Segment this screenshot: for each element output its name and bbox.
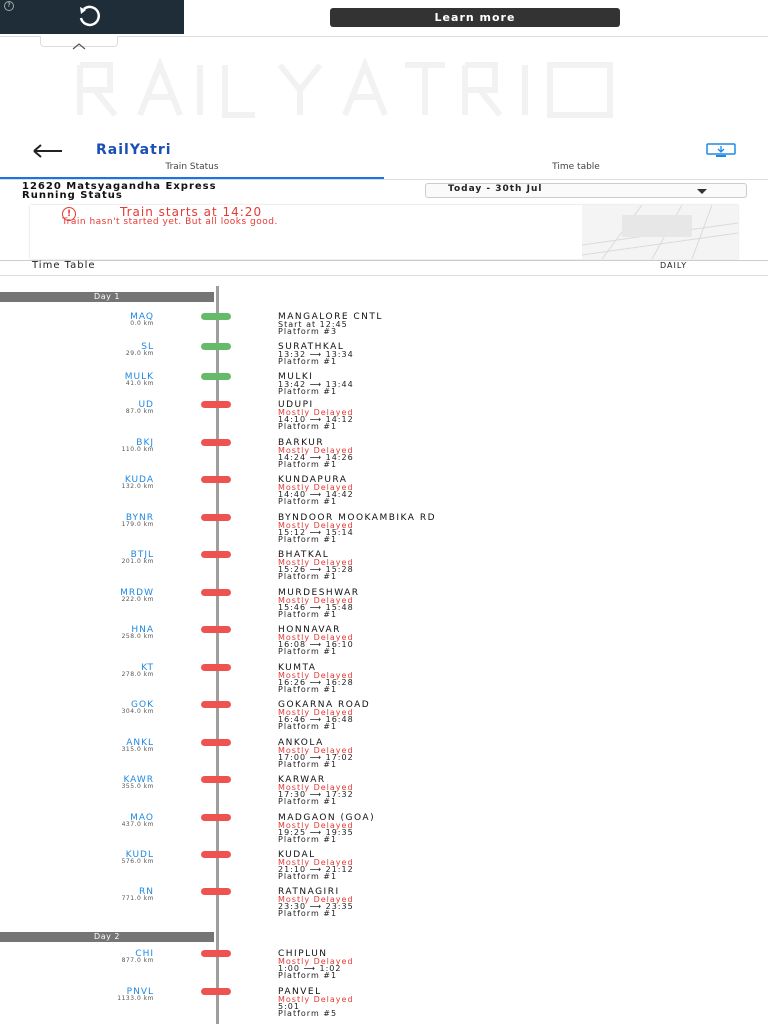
day-bar: Day 1: [0, 292, 214, 302]
info-icon[interactable]: ?: [4, 1, 14, 11]
tab-train-status[interactable]: Train Status: [0, 162, 384, 178]
replay-icon[interactable]: [76, 5, 104, 33]
platform-number: Platform #1: [278, 872, 338, 881]
station-status-dot: [201, 514, 231, 521]
station-status-dot: [201, 814, 231, 821]
timetable-title: Time Table: [32, 260, 96, 271]
platform-number: Platform #1: [278, 387, 338, 396]
station-distance: 877.0 km: [121, 957, 154, 964]
station-distance: 355.0 km: [121, 783, 154, 790]
run-frequency: DAILY: [660, 261, 688, 270]
station-status-dot: [201, 373, 231, 380]
station-status-dot: [201, 988, 231, 995]
platform-number: Platform #3: [278, 327, 338, 336]
station-status-dot: [201, 739, 231, 746]
station-distance: 315.0 km: [121, 746, 154, 753]
station-distance: 258.0 km: [121, 633, 154, 640]
station-status-dot: [201, 664, 231, 671]
timetable-header: [0, 260, 768, 275]
station-distance: 110.0 km: [121, 446, 154, 453]
station-distance: 771.0 km: [121, 895, 154, 902]
train-title: 12620 Matsyagandha Express Running Statu…: [22, 182, 412, 201]
section-divider: [0, 275, 768, 276]
station-distance: 437.0 km: [121, 821, 154, 828]
date-selected-value: Today - 30th Jul: [448, 184, 543, 194]
tabs-divider: [0, 179, 768, 180]
station-status-dot: [201, 401, 231, 408]
station-distance: 41.0 km: [125, 380, 154, 387]
station-status-dot: [201, 313, 231, 320]
platform-number: Platform #1: [278, 357, 338, 366]
station-status-dot: [201, 776, 231, 783]
station-status-dot: [201, 851, 231, 858]
platform-number: Platform #1: [278, 647, 338, 656]
station-distance: 132.0 km: [121, 483, 154, 490]
platform-number: Platform #1: [278, 422, 338, 431]
platform-number: Platform #1: [278, 909, 338, 918]
station-distance: 304.0 km: [121, 708, 154, 715]
station-distance: 201.0 km: [121, 558, 154, 565]
station-status-dot: [201, 701, 231, 708]
screen-icon[interactable]: [706, 142, 736, 158]
station-status-dot: [201, 343, 231, 350]
learn-more-button[interactable]: Learn more: [330, 8, 620, 27]
day-bar: Day 2: [0, 932, 214, 942]
station-status-dot: [201, 888, 231, 895]
back-arrow-icon[interactable]: [32, 143, 64, 159]
station-status-dot: [201, 626, 231, 633]
station-distance: 179.0 km: [121, 521, 154, 528]
platform-number: Platform #1: [278, 610, 338, 619]
ad-collapse-tab[interactable]: [40, 36, 118, 50]
platform-number: Platform #1: [278, 722, 338, 731]
train-photo: [582, 205, 738, 259]
platform-number: Platform #1: [278, 971, 338, 980]
station-distance: 1133.0 km: [117, 995, 154, 1002]
tab-time-table[interactable]: Time table: [384, 162, 768, 178]
train-subtitle: Running Status: [22, 190, 123, 201]
platform-number: Platform #1: [278, 685, 338, 694]
platform-number: Platform #1: [278, 572, 338, 581]
station-status-dot: [201, 476, 231, 483]
platform-number: Platform #1: [278, 835, 338, 844]
platform-number: Platform #5: [278, 1009, 338, 1018]
station-distance: 87.0 km: [125, 408, 154, 415]
platform-number: Platform #1: [278, 760, 338, 769]
chevron-down-icon[interactable]: [697, 189, 707, 194]
platform-number: Platform #1: [278, 460, 338, 469]
station-status-dot: [201, 589, 231, 596]
station-status-dot: [201, 551, 231, 558]
platform-number: Platform #1: [278, 535, 338, 544]
station-distance: 222.0 km: [121, 596, 154, 603]
station-distance: 576.0 km: [121, 858, 154, 865]
station-status-dot: [201, 950, 231, 957]
station-distance: 0.0 km: [130, 320, 154, 327]
platform-number: Platform #1: [278, 497, 338, 506]
background-watermark: [77, 56, 613, 118]
station-status-dot: [201, 439, 231, 446]
platform-number: Platform #1: [278, 797, 338, 806]
brand-logo: RailYatri: [96, 142, 172, 158]
route-line: [216, 286, 219, 1024]
station-distance: 29.0 km: [125, 350, 154, 357]
alert-message: Train hasn't started yet. But all looks …: [62, 217, 278, 227]
station-distance: 278.0 km: [121, 671, 154, 678]
